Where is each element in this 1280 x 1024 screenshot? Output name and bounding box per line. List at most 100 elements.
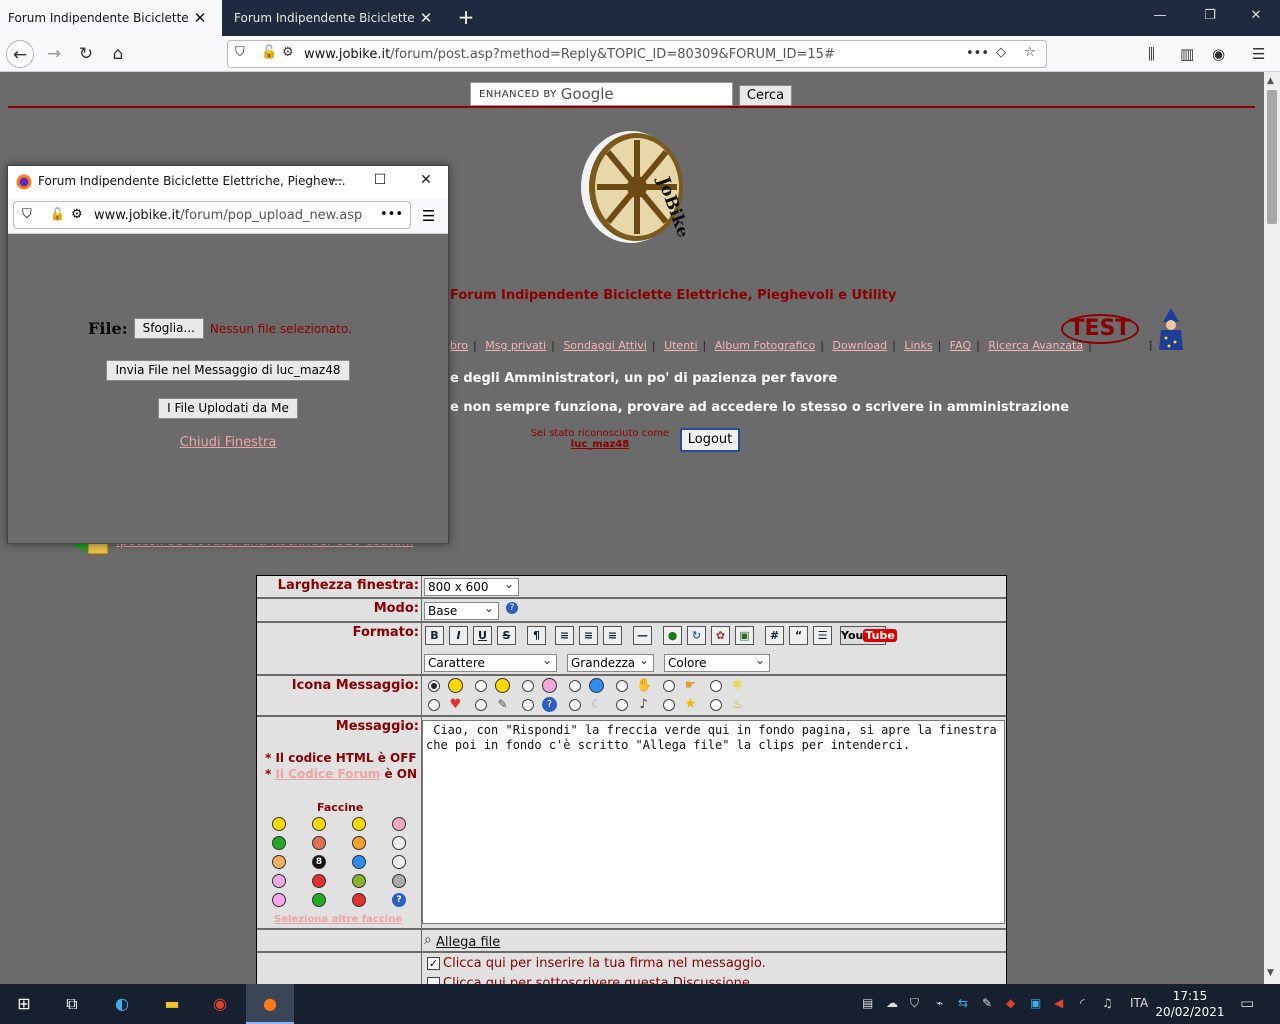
smiley-evil-icon[interactable] — [272, 855, 286, 869]
image-link-button[interactable]: ✿ — [711, 626, 730, 645]
google-search-input[interactable]: ENHANCED BY Google — [470, 82, 733, 106]
icon-radio[interactable] — [569, 699, 581, 711]
notifications-icon[interactable]: ▭ — [1240, 994, 1254, 1012]
icon-radio[interactable] — [710, 680, 722, 692]
smiley-angry-icon[interactable] — [312, 836, 326, 850]
message-textarea[interactable]: Ciao, con "Rispondi" la freccia verde qu… — [422, 720, 1005, 924]
smiley-grin-icon[interactable] — [312, 817, 326, 831]
smiley-smile-icon[interactable] — [272, 817, 286, 831]
icon-radio[interactable] — [475, 699, 487, 711]
scroll-down-icon[interactable]: ▼ — [1267, 968, 1274, 978]
smiley-red-icon[interactable] — [312, 874, 326, 888]
firefox-taskbar-button[interactable]: ● — [246, 984, 294, 1024]
volume-icon[interactable]: ♫ — [1102, 996, 1113, 1010]
youtube-button[interactable]: You Tube — [840, 626, 897, 645]
strike-button[interactable]: S — [497, 626, 516, 645]
tray-speaker-icon[interactable]: ◀ — [1054, 996, 1063, 1010]
onedrive-icon[interactable]: ☁ — [886, 996, 898, 1010]
smiley-sick-icon[interactable] — [352, 874, 366, 888]
smiley-tongue-icon[interactable] — [272, 893, 286, 907]
page-scrollbar[interactable]: ▲ ▼ — [1264, 72, 1280, 984]
scroll-up-icon[interactable]: ▲ — [1267, 76, 1274, 86]
icon-radio[interactable] — [522, 680, 534, 692]
file-explorer-icon[interactable]: ▬ — [160, 992, 184, 1016]
popup-minimize-icon[interactable]: — — [326, 172, 346, 188]
task-view-icon[interactable]: ⧉ — [60, 992, 84, 1016]
send-file-button[interactable]: Invia File nel Messaggio di luc_maz48 — [106, 360, 350, 381]
minimize-icon[interactable]: — — [1136, 0, 1184, 32]
restore-icon[interactable]: ❐ — [1186, 0, 1234, 32]
help-icon[interactable]: ? — [506, 602, 518, 614]
image-button[interactable]: ▣ — [735, 626, 754, 645]
icon-radio[interactable] — [710, 699, 722, 711]
teamviewer-icon[interactable]: ⇆ — [958, 996, 968, 1010]
forward-icon[interactable]: → — [40, 40, 68, 68]
close-window-icon[interactable]: ✕ — [1232, 0, 1280, 32]
page-actions-icon[interactable]: ••• — [380, 207, 403, 222]
browse-button[interactable]: Sfoglia... — [133, 318, 204, 339]
popup-maximize-icon[interactable]: ☐ — [370, 172, 390, 188]
menu-item-download[interactable]: Download — [832, 339, 887, 352]
username-link[interactable]: luc_maz48 — [522, 439, 678, 450]
tray-blue-icon[interactable]: ▣ — [1030, 996, 1041, 1010]
smiley-shy-icon[interactable] — [392, 855, 406, 869]
horizontal-rule-button[interactable]: — — [633, 626, 652, 645]
home-icon[interactable]: ⌂ — [104, 40, 132, 68]
permissions-icon[interactable]: ⚙ — [282, 45, 294, 60]
smiley-shock-icon[interactable] — [272, 874, 286, 888]
more-smileys-link[interactable]: Seleziona altre faccine — [274, 914, 402, 925]
smiley-approve-icon[interactable] — [312, 893, 326, 907]
paragraph-button[interactable]: ¶ — [527, 626, 546, 645]
smiley-green-icon[interactable] — [272, 836, 286, 850]
icon-radio[interactable] — [522, 699, 534, 711]
address-bar[interactable]: ⛉ 🔓 ⚙ www.jobike.it/forum/post.asp?metho… — [227, 40, 1047, 68]
icon-radio[interactable] — [616, 699, 628, 711]
icon-radio[interactable] — [569, 680, 581, 692]
bookmark-star-icon[interactable]: ☆ — [1024, 45, 1036, 60]
chrome-icon[interactable]: ◉ — [208, 992, 232, 1016]
bold-button[interactable]: B — [425, 626, 444, 645]
icon-radio[interactable] — [663, 699, 675, 711]
menu-item-advanced-search[interactable]: Ricerca Avanzata — [988, 339, 1083, 352]
search-button[interactable]: Cerca — [739, 85, 792, 106]
menu-item-users[interactable]: Utenti — [664, 339, 697, 352]
menu-item-links[interactable]: Links — [904, 339, 932, 352]
window-size-select[interactable]: 800 x 600 — [424, 576, 519, 596]
insecure-lock-icon[interactable]: 🔓 — [50, 207, 65, 221]
clock[interactable]: 17:15 20/02/2021 — [1150, 988, 1230, 1020]
smiley-cool-icon[interactable] — [352, 817, 366, 831]
smiley-question-icon[interactable]: ? — [392, 893, 406, 907]
menu-item-bro[interactable]: bro — [450, 339, 468, 352]
shield-icon[interactable]: ⛉ — [235, 45, 245, 60]
menu-item-faq[interactable]: FAQ — [950, 339, 971, 352]
library-icon[interactable]: ⫼ — [1148, 45, 1155, 63]
jobike-logo[interactable]: JoBike — [581, 130, 685, 244]
italic-button[interactable]: I — [449, 626, 468, 645]
scroll-thumb[interactable] — [1267, 90, 1277, 224]
tray-app-icon[interactable]: ▤ — [862, 996, 873, 1010]
paperclip-icon[interactable]: ⌕ — [424, 932, 432, 948]
smiley-disapprove-icon[interactable] — [352, 893, 366, 907]
sidebar-icon[interactable]: ▥ — [1180, 45, 1194, 63]
close-window-link[interactable]: Chiudi Finestra — [8, 435, 448, 450]
icon-radio[interactable] — [663, 680, 675, 692]
menu-item-polls[interactable]: Sondaggi Attivi — [563, 339, 647, 352]
shield-icon[interactable]: ⛉ — [22, 207, 32, 222]
page-actions-icon[interactable]: ••• — [966, 46, 989, 61]
permissions-icon[interactable]: ⚙ — [71, 207, 83, 222]
smiley-clown-icon[interactable] — [352, 836, 366, 850]
pocket-icon[interactable]: ◇ — [996, 45, 1006, 60]
back-icon[interactable]: ← — [6, 40, 34, 68]
close-tab-icon[interactable]: ✕ — [418, 9, 434, 27]
start-icon[interactable]: ⊞ — [12, 992, 36, 1016]
smiley-8ball-icon[interactable]: 8 — [312, 855, 326, 869]
tab-forum-post[interactable]: Forum Indipendente Biciclette Elett ✕ — [0, 0, 222, 36]
signature-checkbox[interactable]: ✓ — [427, 957, 440, 970]
attach-file-link[interactable]: Allega file — [436, 935, 500, 950]
align-right-button[interactable]: ≡ — [603, 626, 622, 645]
align-center-button[interactable]: ≡ — [579, 626, 598, 645]
logout-button[interactable]: Logout — [680, 428, 740, 452]
code-button[interactable]: # — [765, 626, 784, 645]
smiley-dead-icon[interactable] — [392, 836, 406, 850]
insecure-lock-icon[interactable]: 🔓 — [261, 45, 277, 60]
